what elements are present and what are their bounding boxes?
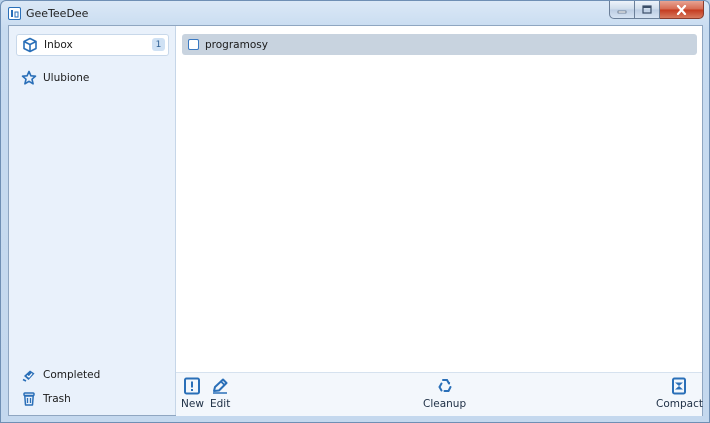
title-bar[interactable]: GeeTeeDee bbox=[1, 1, 709, 25]
edit-icon bbox=[213, 378, 228, 394]
trash-icon bbox=[23, 392, 35, 406]
close-button[interactable] bbox=[660, 1, 704, 19]
task-checkbox[interactable] bbox=[188, 39, 199, 50]
star-icon bbox=[21, 70, 37, 85]
task-list: programosy bbox=[176, 26, 702, 372]
new-task-icon bbox=[184, 377, 201, 395]
sidebar-item-trash[interactable]: Trash bbox=[16, 388, 169, 410]
edit-button[interactable]: Edit bbox=[210, 377, 230, 410]
count-badge: 1 bbox=[152, 38, 165, 51]
sidebar-item-completed[interactable]: Completed bbox=[16, 364, 169, 386]
task-row[interactable]: programosy bbox=[182, 34, 697, 55]
maximize-button[interactable] bbox=[635, 1, 660, 19]
window-title: GeeTeeDee bbox=[26, 7, 89, 20]
sidebar-item-label: Trash bbox=[43, 393, 71, 405]
box-icon bbox=[23, 37, 37, 53]
task-title: programosy bbox=[205, 38, 268, 51]
edit-label: Edit bbox=[210, 398, 231, 410]
minimize-icon bbox=[617, 10, 627, 13]
client-area: Inbox 1 Ulubione Completed Trash program… bbox=[8, 25, 703, 416]
recycle-icon bbox=[437, 379, 452, 392]
sidebar-item-label: Completed bbox=[43, 369, 101, 381]
maximize-icon bbox=[642, 5, 652, 14]
completed-icon bbox=[22, 370, 35, 382]
sidebar-item-inbox[interactable]: Inbox 1 bbox=[16, 34, 169, 56]
compact-button[interactable]: Compact bbox=[656, 377, 703, 410]
sidebar-item-ulubione[interactable]: Ulubione bbox=[16, 67, 169, 89]
close-icon bbox=[676, 4, 687, 15]
new-label: New bbox=[181, 398, 204, 410]
app-logo-icon bbox=[8, 7, 21, 20]
cleanup-label: Cleanup bbox=[423, 398, 467, 410]
window-controls bbox=[609, 1, 704, 20]
sidebar-item-label: Inbox bbox=[44, 39, 73, 51]
new-button[interactable]: New bbox=[181, 377, 204, 410]
minimize-button[interactable] bbox=[609, 1, 635, 19]
compact-icon bbox=[672, 377, 687, 395]
compact-label: Compact bbox=[656, 398, 703, 410]
sidebar: Inbox 1 Ulubione Completed Trash bbox=[9, 26, 176, 415]
app-window: GeeTeeDee Inbox 1 Ulubione Completed Tra… bbox=[0, 0, 710, 423]
sidebar-item-label: Ulubione bbox=[43, 72, 90, 84]
bottom-toolbar: New Edit Cleanup Compact bbox=[176, 372, 703, 416]
cleanup-button[interactable]: Cleanup bbox=[423, 377, 466, 410]
